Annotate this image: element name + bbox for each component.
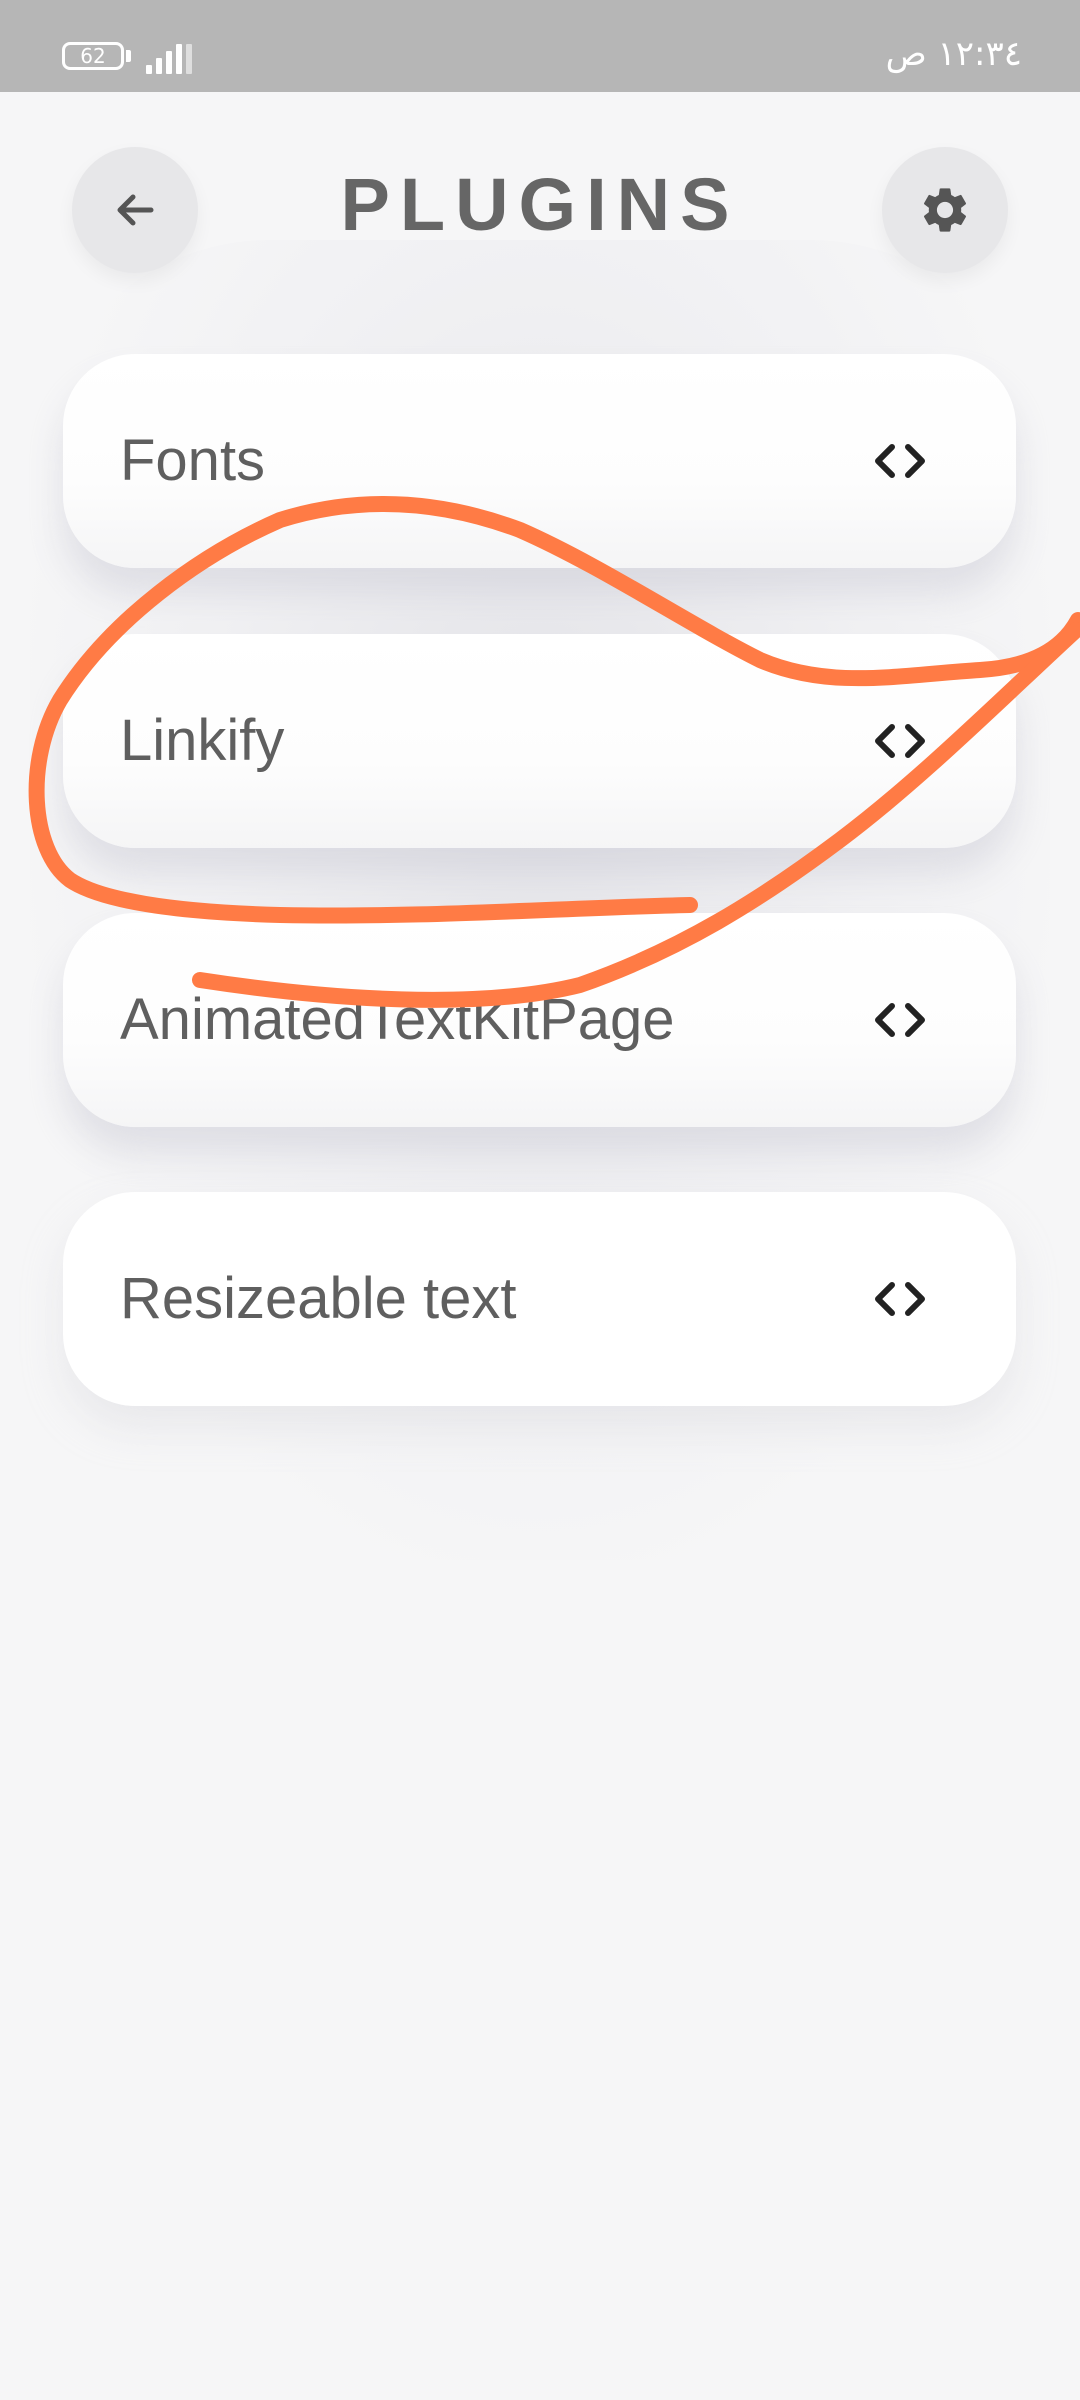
battery-icon: 62 <box>62 42 124 70</box>
plugin-item-linkify[interactable]: Linkify <box>63 634 1016 848</box>
status-time: ١٢:٣٤ ص <box>885 34 1022 74</box>
code-brackets-icon <box>875 1282 925 1316</box>
signal-icon <box>146 40 192 74</box>
plugin-label: Resizeable text <box>120 1266 517 1331</box>
plugin-label: Linkify <box>120 708 285 773</box>
plugin-label: Fonts <box>120 428 266 493</box>
battery-level: 62 <box>80 44 106 68</box>
app-header: PLUGINS <box>0 92 1080 322</box>
plugin-item-resizeable-text[interactable]: Resizeable text <box>63 1192 1016 1406</box>
plugin-item-fonts[interactable]: Fonts <box>63 354 1016 568</box>
battery-tip <box>126 50 131 62</box>
plugin-item-animatedtextkitpage[interactable]: AnimatedTextKitPage <box>63 913 1016 1127</box>
code-brackets-icon <box>875 1003 925 1037</box>
status-bar: 62 ١٢:٣٤ ص <box>0 0 1080 92</box>
plugin-label: AnimatedTextKitPage <box>120 987 675 1052</box>
settings-button[interactable] <box>882 147 1008 273</box>
gear-icon <box>923 188 967 232</box>
code-brackets-icon <box>875 444 925 478</box>
code-brackets-icon <box>875 724 925 758</box>
